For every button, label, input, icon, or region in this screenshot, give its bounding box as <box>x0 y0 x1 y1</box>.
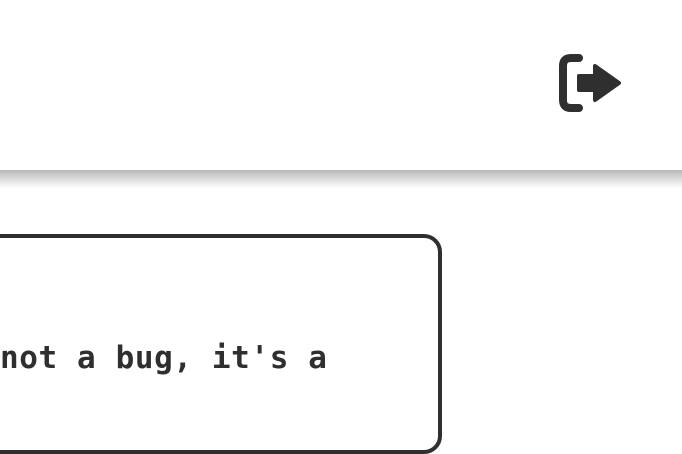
app-header <box>0 0 682 170</box>
card-text: not a bug, it's a <box>0 340 328 376</box>
header-shadow <box>0 170 682 188</box>
sign-out-icon <box>559 54 621 112</box>
logout-button[interactable] <box>554 52 626 114</box>
